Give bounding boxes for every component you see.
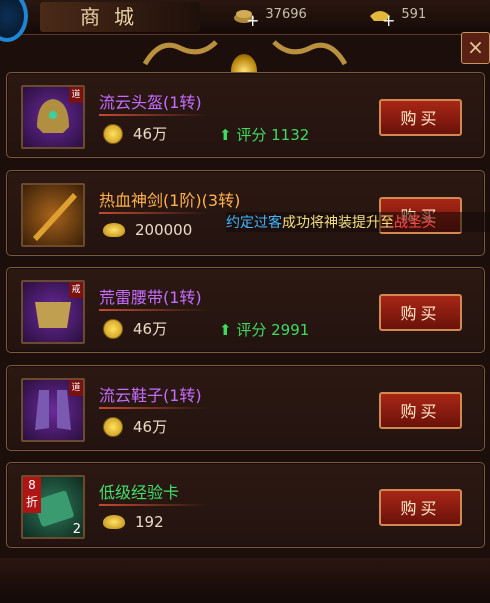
chat-text: 成功将神装提升至 (282, 215, 394, 231)
discount-badge: 8折 (23, 477, 41, 513)
buy-button[interactable]: 购买 (379, 294, 462, 331)
item-badge: 道 (69, 380, 83, 396)
price-value: 46万 (133, 418, 168, 436)
chat-item-name: 战圣头 (394, 215, 436, 231)
name-underline (99, 114, 209, 116)
item-name: 流云鞋子(1转) (99, 386, 202, 405)
ingot-value: 591 (401, 6, 427, 22)
name-underline (99, 504, 209, 506)
sword-icon (33, 193, 77, 241)
add-coins-icon[interactable]: + (246, 11, 259, 30)
score-text: 评分 2991 (236, 321, 310, 339)
add-ingot-icon[interactable]: + (382, 11, 395, 30)
up-arrow-icon: ⬆ (219, 126, 232, 144)
coin-icon (103, 123, 123, 144)
item-thumbnail[interactable] (21, 183, 85, 247)
up-arrow-icon: ⬆ (219, 321, 232, 339)
item-price: 46万 (103, 123, 167, 144)
resource-gold-coins: + 37696 (232, 4, 307, 30)
shop-item: 道 流云鞋子(1转) 46万 购买 (6, 365, 485, 451)
coin-icon (103, 318, 123, 339)
item-price: 192 (103, 513, 164, 531)
ingot-icon (103, 223, 125, 237)
coins-value: 37696 (265, 6, 307, 22)
buy-button[interactable]: 购买 (379, 489, 462, 526)
item-price: 46万 (103, 416, 167, 437)
resource-gold-ingot: + 591 (368, 4, 427, 30)
item-badge: 戒 (69, 282, 83, 298)
item-score: ⬆ 评分 1132 (219, 124, 309, 145)
item-thumbnail[interactable]: 8折 2 (21, 475, 85, 539)
name-underline (99, 309, 209, 311)
item-badge: 道 (69, 87, 83, 103)
item-thumbnail[interactable]: 道 (21, 378, 85, 442)
shop-item: 8折 2 低级经验卡 192 购买 (6, 462, 485, 548)
ingot-icon (103, 515, 125, 529)
dragon-right-icon (272, 40, 348, 66)
close-button[interactable]: × (461, 32, 490, 64)
item-price: 46万 (103, 318, 167, 339)
score-text: 评分 1132 (236, 126, 310, 144)
item-name: 热血神剑(1阶)(3转) (99, 191, 241, 210)
header-ornament (0, 28, 490, 88)
dragon-left-icon (142, 40, 218, 66)
price-value: 46万 (133, 320, 168, 338)
item-thumbnail[interactable]: 道 (21, 85, 85, 149)
coin-icon (103, 416, 123, 437)
shop-item: 戒 荒雷腰带(1转) 46万 ⬆ 评分 2991 购买 (6, 267, 485, 353)
item-price: 200000 (103, 221, 192, 239)
item-count: 2 (72, 522, 81, 537)
name-underline (99, 407, 209, 409)
item-thumbnail[interactable]: 戒 (21, 280, 85, 344)
item-name: 荒雷腰带(1转) (99, 288, 202, 307)
footer-bar (0, 558, 490, 603)
item-score: ⬆ 评分 2991 (219, 319, 309, 340)
price-value: 192 (135, 513, 164, 531)
shop-item: 道 流云头盔(1转) 46万 ⬆ 评分 1132 购买 (6, 72, 485, 158)
price-value: 46万 (133, 125, 168, 143)
item-name: 流云头盔(1转) (99, 93, 202, 112)
chat-player-name: 约定过客 (226, 215, 282, 231)
buy-button[interactable]: 购买 (379, 392, 462, 429)
price-value: 200000 (135, 221, 193, 239)
buy-button[interactable]: 购买 (379, 99, 462, 136)
chat-broadcast: 约定过客成功将神装提升至战圣头 (226, 212, 490, 232)
item-name: 低级经验卡 (99, 483, 180, 502)
name-underline (99, 212, 209, 214)
